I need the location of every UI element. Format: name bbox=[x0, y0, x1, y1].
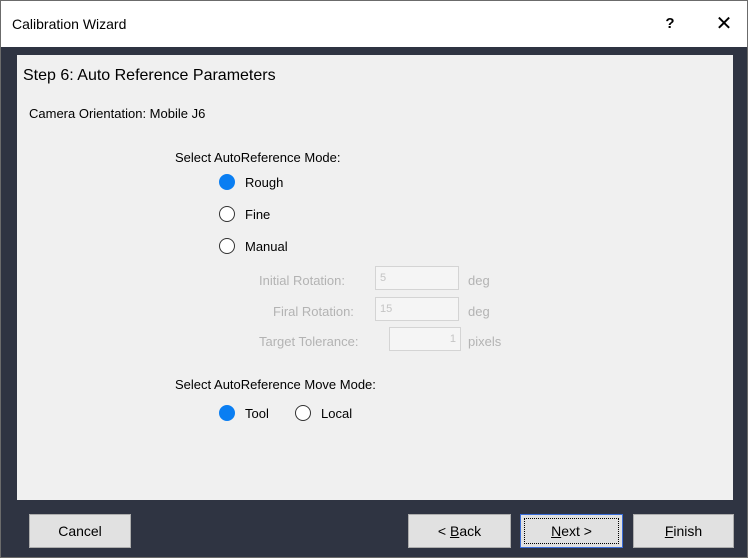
radio-fine-label: Fine bbox=[245, 206, 271, 222]
radio-local-indicator bbox=[295, 405, 311, 421]
move-mode-label: Select AutoReference Move Mode: bbox=[175, 377, 376, 392]
final-rotation-label: Firal Rotation: bbox=[273, 304, 354, 319]
finish-rest: inish bbox=[673, 523, 703, 539]
camera-orientation: Camera Orientation: Mobile J6 bbox=[29, 106, 206, 121]
final-rotation-input[interactable]: 15 bbox=[375, 297, 459, 321]
radio-fine-indicator bbox=[219, 206, 235, 222]
next-mnemonic: N bbox=[551, 523, 562, 539]
radio-fine[interactable]: Fine bbox=[219, 206, 270, 222]
initial-rotation-input[interactable]: 5 bbox=[375, 266, 459, 290]
next-rest: ext > bbox=[561, 523, 592, 539]
wizard-window: Calibration Wizard ? ✕ Step 6: Auto Refe… bbox=[0, 0, 748, 558]
radio-rough-indicator bbox=[219, 174, 235, 190]
help-button[interactable]: ? bbox=[655, 9, 685, 39]
radio-local[interactable]: Local bbox=[295, 405, 352, 421]
radio-tool-label: Tool bbox=[245, 405, 269, 421]
wizard-content: Step 6: Auto Reference Parameters Camera… bbox=[17, 55, 733, 500]
initial-rotation-label: Initial Rotation: bbox=[259, 273, 345, 288]
close-button[interactable]: ✕ bbox=[709, 9, 739, 39]
title-bar: Calibration Wizard ? ✕ bbox=[1, 1, 747, 47]
window-title: Calibration Wizard bbox=[12, 16, 127, 32]
radio-manual-label: Manual bbox=[245, 238, 288, 254]
radio-manual-indicator bbox=[219, 238, 235, 254]
step-title: Step 6: Auto Reference Parameters bbox=[23, 67, 276, 84]
target-tolerance-label: Target Tolerance: bbox=[259, 334, 359, 349]
radio-rough-label: Rough bbox=[245, 174, 284, 190]
finish-button[interactable]: Finish bbox=[633, 514, 734, 548]
radio-tool[interactable]: Tool bbox=[219, 405, 269, 421]
initial-rotation-unit: deg bbox=[468, 273, 490, 288]
radio-manual[interactable]: Manual bbox=[219, 238, 288, 254]
final-rotation-unit: deg bbox=[468, 304, 490, 319]
radio-local-label: Local bbox=[321, 405, 353, 421]
target-tolerance-unit: pixels bbox=[468, 334, 502, 349]
back-rest: ack bbox=[459, 523, 482, 539]
mode-label: Select AutoReference Mode: bbox=[175, 150, 341, 165]
radio-tool-indicator bbox=[219, 405, 235, 421]
back-button[interactable]: < Back bbox=[408, 514, 511, 548]
back-prefix: < bbox=[437, 523, 450, 539]
radio-rough[interactable]: Rough bbox=[219, 174, 283, 190]
cancel-button[interactable]: Cancel bbox=[29, 514, 131, 548]
target-tolerance-input[interactable]: 1 bbox=[389, 327, 461, 351]
next-button[interactable]: Next > bbox=[520, 514, 623, 548]
back-mnemonic: B bbox=[449, 523, 460, 539]
